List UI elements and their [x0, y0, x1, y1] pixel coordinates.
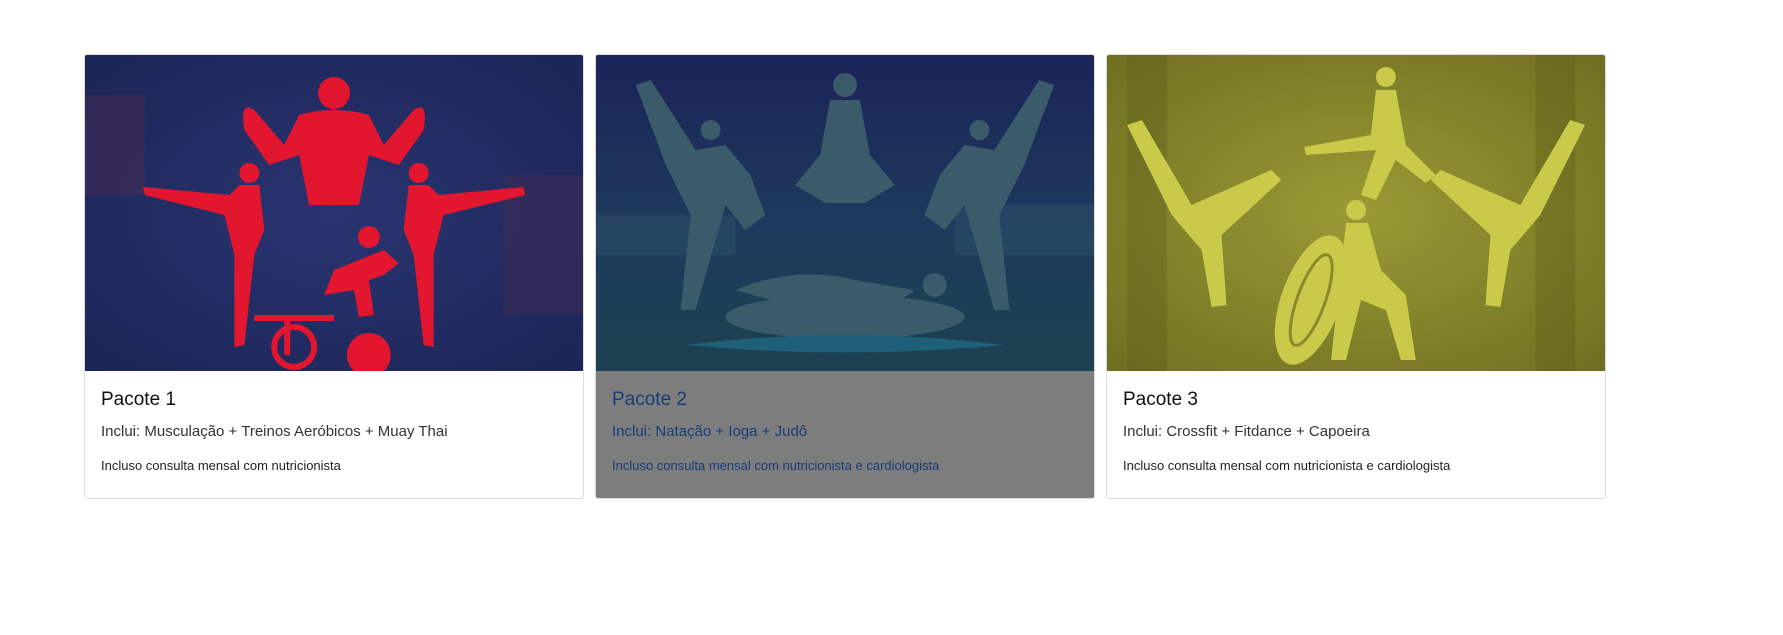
card-note: Incluso consulta mensal com nutricionist… [1123, 458, 1451, 473]
card-includes: Inclui: Musculação + Treinos Aeróbicos +… [101, 423, 448, 440]
crossfit-dance-capoeira-icon [1107, 55, 1605, 371]
card-body: Pacote 2 Inclui: Natação + Ioga + Judô I… [596, 371, 1094, 498]
card-body: Pacote 1 Inclui: Musculação + Treinos Ae… [85, 371, 583, 498]
package-card-3[interactable]: Pacote 3 Inclui: Crossfit + Fitdance + C… [1106, 54, 1606, 499]
card-title: Pacote 1 [101, 389, 176, 410]
card-includes: Inclui: Crossfit + Fitdance + Capoeira [1123, 423, 1370, 440]
package-card-2[interactable]: Pacote 2 Inclui: Natação + Ioga + Judô I… [595, 54, 1095, 499]
card-note: Incluso consulta mensal com nutricionist… [101, 458, 341, 473]
package-cards: Pacote 1 Inclui: Musculação + Treinos Ae… [84, 54, 1606, 499]
fitness-silhouettes-icon [85, 55, 583, 371]
package-card-1[interactable]: Pacote 1 Inclui: Musculação + Treinos Ae… [84, 54, 584, 499]
card-title: Pacote 3 [1123, 389, 1198, 410]
martial-arts-yoga-swim-icon [596, 55, 1094, 371]
card-note: Incluso consulta mensal com nutricionist… [612, 458, 940, 473]
card-title: Pacote 2 [612, 389, 687, 410]
card-includes: Inclui: Natação + Ioga + Judô [612, 423, 808, 440]
card-body: Pacote 3 Inclui: Crossfit + Fitdance + C… [1107, 371, 1605, 498]
